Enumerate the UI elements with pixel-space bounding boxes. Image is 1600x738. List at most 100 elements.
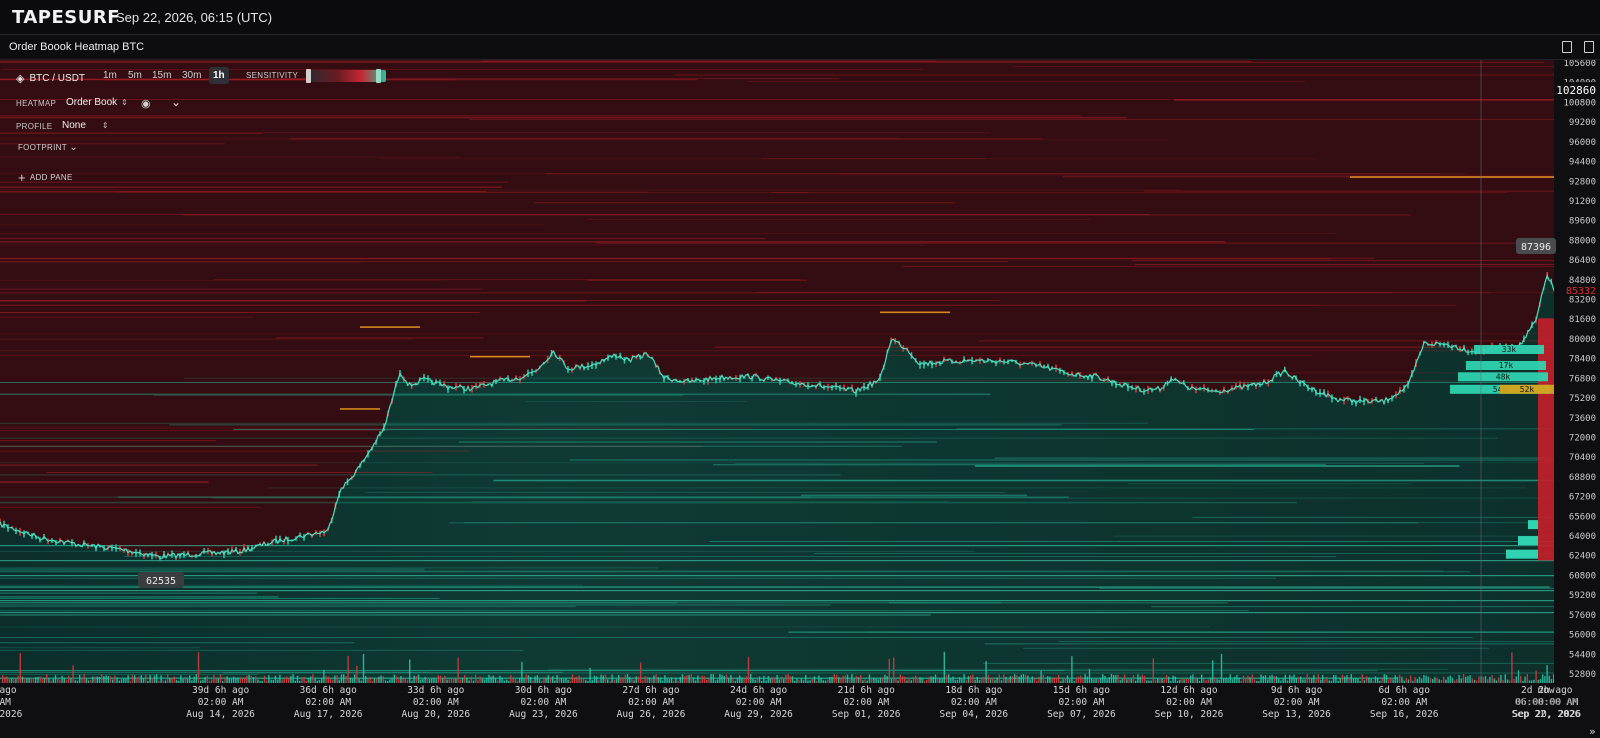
volume-bar (1205, 680, 1207, 683)
volume-bar (235, 677, 237, 683)
volume-bar (417, 674, 420, 683)
volume-bar (285, 676, 288, 683)
volume-bar (57, 678, 59, 683)
volume-bar (1080, 675, 1082, 683)
liquidity-streak (525, 401, 747, 402)
volume-bar (591, 680, 593, 683)
volume-bar (912, 676, 915, 683)
volume-bar (63, 677, 65, 683)
volume-bar (272, 680, 274, 683)
volume-bar (1478, 676, 1480, 683)
volume-bar (1286, 680, 1289, 683)
volume-bar (1214, 677, 1216, 683)
volume-bar (1000, 680, 1003, 683)
liquidity-streak (533, 202, 955, 204)
heatmap-chart[interactable]: 33k17k48k54k52k 105600104000100800992009… (0, 60, 1600, 738)
scroll-right-icon[interactable]: » (1589, 725, 1596, 738)
volume-bar (1427, 676, 1429, 683)
volume-bar (479, 676, 481, 683)
volume-bar (263, 675, 266, 683)
volume-bar (1333, 675, 1335, 683)
plus-icon: + (18, 170, 26, 185)
volume-bar (835, 674, 838, 683)
volume-bar (1161, 678, 1163, 683)
price-tick-label: 94400 (1569, 158, 1596, 168)
heatmap-select[interactable]: Order Book ⇕ (66, 97, 128, 108)
volume-bar (413, 675, 415, 683)
split-vertical-icon[interactable] (1562, 41, 1572, 53)
volume-bar (640, 662, 642, 683)
volume-bar (338, 679, 340, 683)
liquidity-streak (0, 584, 583, 586)
volume-bar (400, 676, 402, 683)
liquidity-streak (994, 457, 1554, 459)
volume-bar (448, 679, 450, 683)
liquidity-streak (0, 137, 898, 139)
liquidity-streak (801, 494, 1028, 497)
volume-bar (1535, 670, 1537, 683)
liquidity-streak (0, 626, 1210, 628)
liquidity-streak (0, 288, 483, 290)
liquidity-streak (0, 241, 1226, 243)
volume-bar (822, 680, 824, 683)
volume-bar (1394, 675, 1396, 683)
volume-bar (712, 674, 714, 683)
volume-bar (1460, 678, 1462, 683)
volume-bar (202, 679, 204, 683)
volume-bar (945, 674, 948, 683)
sensitivity-low-handle[interactable] (306, 69, 311, 83)
volume-bar (1190, 675, 1192, 683)
pair-selector[interactable]: ◈ BTC / USDT (16, 70, 85, 86)
liquidity-streak (0, 224, 545, 226)
time-tick-line: 42d 6h ago (0, 685, 17, 696)
chevron-down-icon[interactable]: ⌄ (171, 95, 181, 109)
volume-bar (244, 677, 246, 683)
sensitivity-high-handle[interactable] (375, 69, 381, 83)
eye-icon[interactable]: ◉ (141, 97, 151, 110)
volume-bar (525, 674, 527, 683)
volume-bar (39, 676, 41, 683)
liquidity-streak (169, 424, 1062, 426)
liquidity-streak (0, 258, 1332, 260)
volume-bar (1537, 679, 1539, 683)
timeframe-30m[interactable]: 30m (178, 67, 205, 84)
liquidity-streak (0, 597, 440, 599)
volume-bar (743, 679, 745, 683)
volume-bar (1069, 679, 1071, 683)
timeframe-1h[interactable]: 1h (209, 67, 229, 84)
volume-bar (750, 674, 752, 683)
volume-bar (1135, 680, 1137, 683)
split-horizontal-icon[interactable] (1584, 41, 1594, 53)
volume-bar (512, 677, 514, 683)
timeframe-1m[interactable]: 1m (99, 67, 121, 84)
volume-bar (6, 676, 8, 683)
volume-bar (1225, 677, 1227, 683)
timeframe-5m[interactable]: 5m (124, 67, 146, 84)
volume-bar (1009, 676, 1011, 683)
volume-bar (1293, 674, 1295, 683)
volume-bar (332, 679, 334, 683)
profile-select[interactable]: None ⇕ (62, 120, 109, 131)
volume-bar (279, 674, 281, 683)
volume-bar (1253, 679, 1256, 683)
footprint-toggle[interactable]: FOOTPRINT ⌄ (18, 142, 78, 153)
heatmap-canvas[interactable]: 33k17k48k54k52k 105600104000100800992009… (0, 60, 1600, 738)
volume-bar (959, 677, 961, 683)
time-tick-line: 02:00 AM (628, 697, 674, 708)
volume-bar (635, 676, 637, 683)
liquidity-streak (0, 642, 355, 644)
volume-bar (268, 675, 270, 683)
timeframe-15m[interactable]: 15m (148, 67, 175, 84)
volume-bar (732, 677, 734, 683)
sensitivity-slider[interactable] (306, 69, 386, 83)
volume-bar (1495, 680, 1498, 683)
volume-bar (1451, 677, 1454, 683)
volume-bar (752, 678, 754, 683)
volume-bar (453, 677, 455, 683)
volume-bar (875, 678, 877, 683)
brand-logo[interactable]: TAPESURF (12, 7, 120, 28)
volume-bar (1313, 674, 1315, 683)
volume-bar (1223, 678, 1225, 683)
add-pane-button[interactable]: + ADD PANE (18, 170, 73, 185)
volume-bar (899, 674, 901, 683)
